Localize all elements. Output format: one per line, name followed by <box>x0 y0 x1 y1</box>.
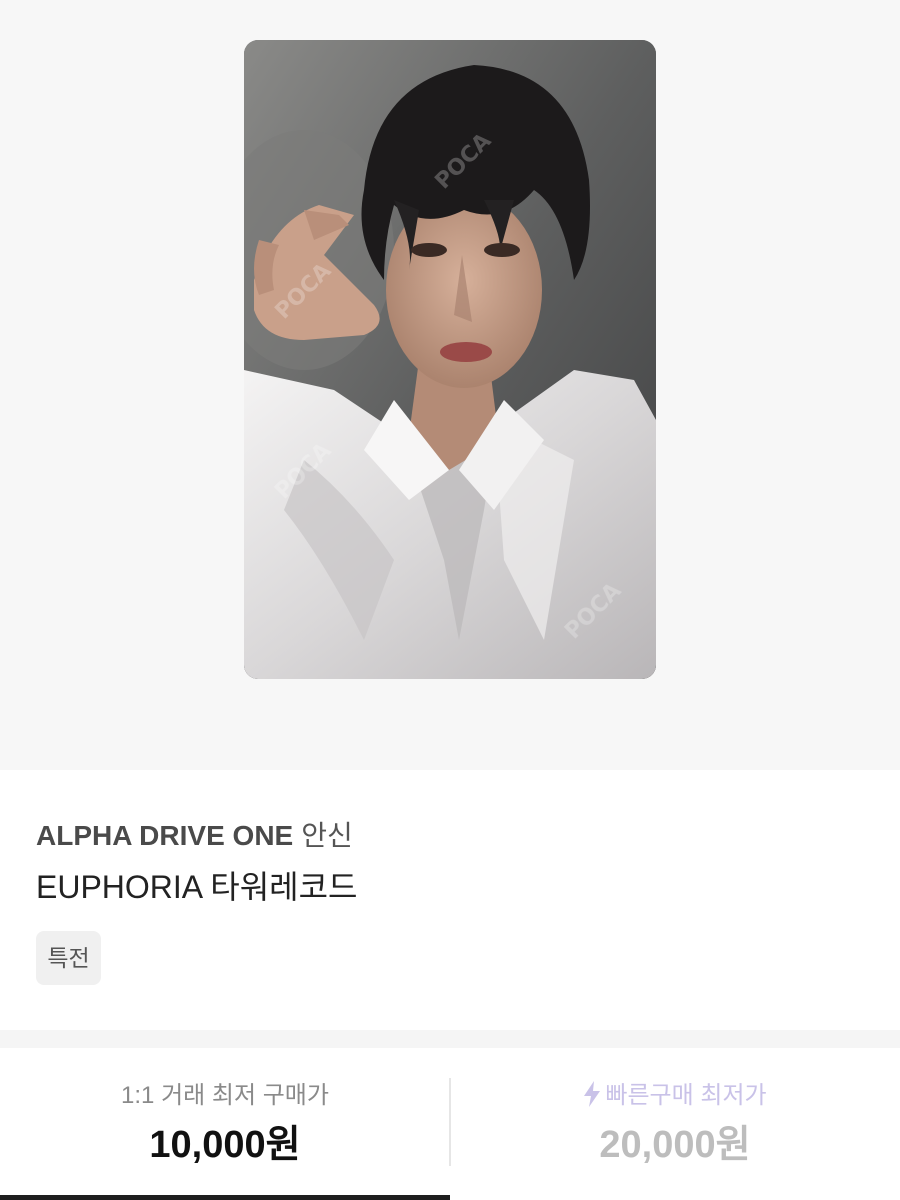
product-image-area: POCA POCA POCA POCA <box>0 0 900 770</box>
quick-buy-price-label: 빠른구매 최저가 <box>605 1082 767 1109</box>
one-to-one-price-label: 1:1 거래 최저 구매가 <box>121 1082 329 1109</box>
one-to-one-price-value: 10,000원 <box>149 1124 301 1166</box>
quick-buy-price-label-row: 빠른구매 최저가 <box>450 1080 900 1112</box>
lightning-bolt-icon <box>584 1081 601 1107</box>
photocard-illustration: POCA POCA POCA POCA <box>244 40 656 679</box>
quick-buy-price-value: 20,000원 <box>599 1124 751 1166</box>
safe-label: 안신 <box>301 820 353 851</box>
one-to-one-price-tab[interactable]: 1:1 거래 최저 구매가 10,000원 <box>0 1048 450 1194</box>
quick-buy-price-tab[interactable]: 빠른구매 최저가 20,000원 <box>450 1048 900 1194</box>
artist-line: ALPHA DRIVE ONE 안신 <box>36 818 353 854</box>
photocard-image[interactable]: POCA POCA POCA POCA <box>244 40 656 679</box>
active-tab-indicator <box>0 1195 450 1200</box>
product-tag[interactable]: 특전 <box>36 931 101 985</box>
price-tabs: 1:1 거래 최저 구매가 10,000원 빠른구매 최저가 20,000원 <box>0 1048 900 1200</box>
section-divider <box>0 1030 900 1048</box>
artist-name[interactable]: ALPHA DRIVE ONE <box>36 820 293 851</box>
product-title: EUPHORIA 타워레코드 <box>36 869 358 905</box>
